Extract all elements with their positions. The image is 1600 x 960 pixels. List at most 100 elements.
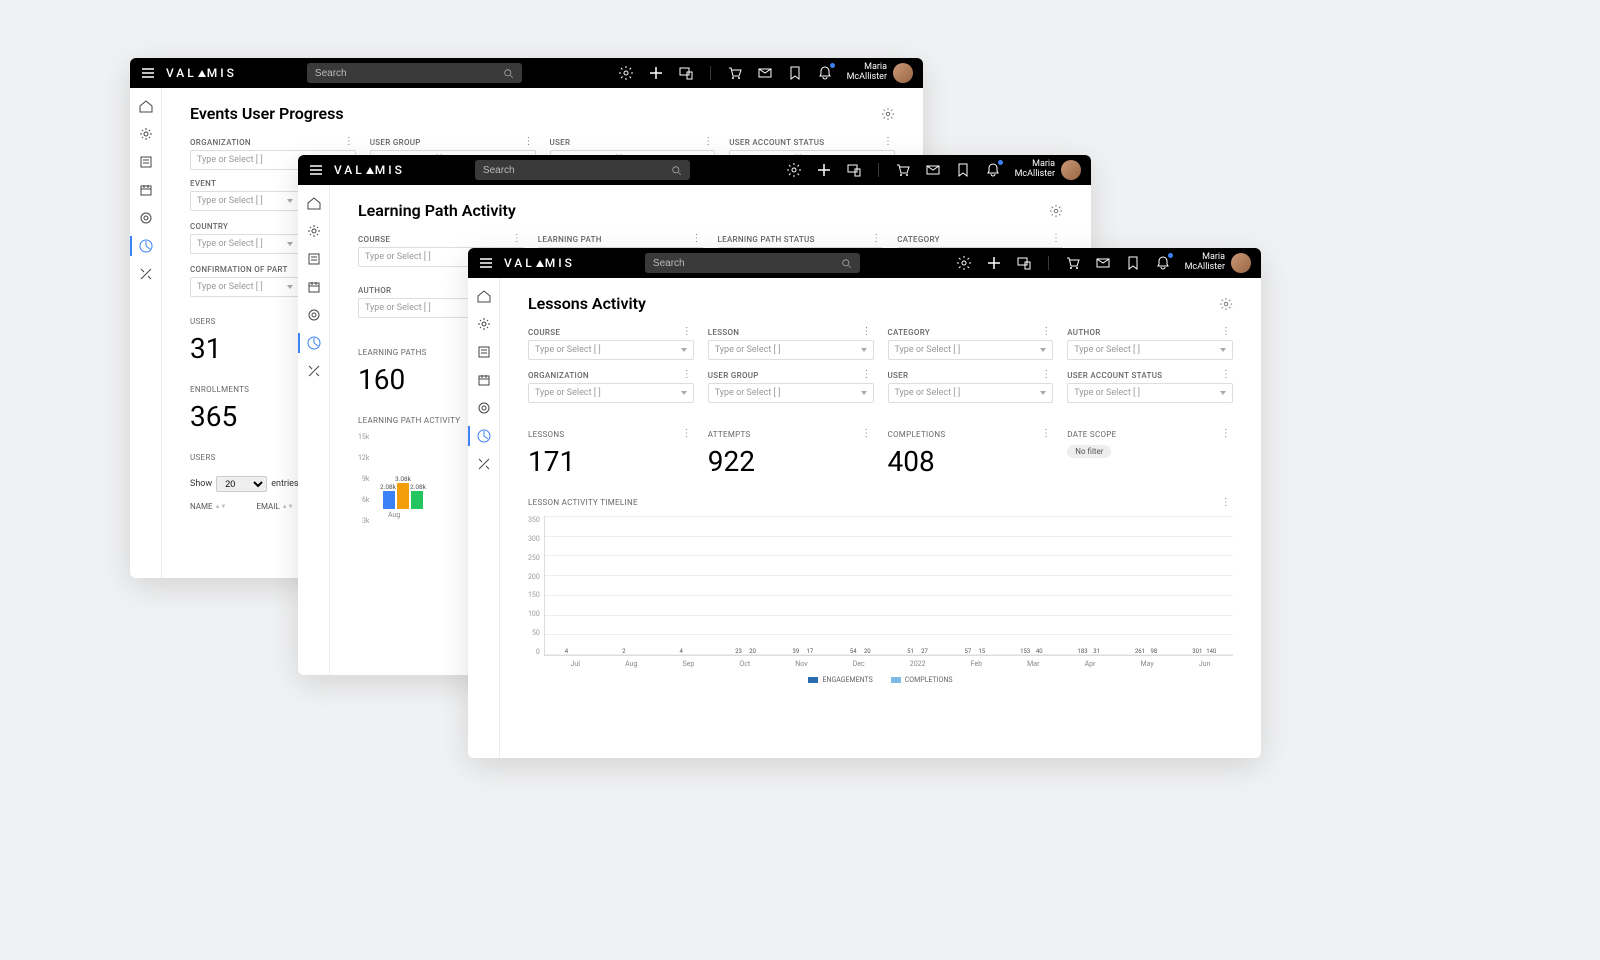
filter-menu-icon[interactable]: ⋮ — [1049, 234, 1063, 244]
search-input[interactable] — [483, 165, 671, 176]
filter-menu-icon[interactable]: ⋮ — [1039, 370, 1053, 380]
nav-home-icon[interactable] — [138, 98, 154, 114]
search-box[interactable] — [475, 160, 690, 180]
search-box[interactable] — [645, 253, 860, 273]
stat-menu-icon[interactable]: ⋮ — [859, 429, 873, 439]
filter-user-group: USER GROUP⋮ Type or Select [ ] — [708, 370, 874, 403]
page-settings-icon[interactable] — [881, 107, 895, 121]
nav-reports-icon[interactable] — [306, 335, 322, 351]
nav-book-icon[interactable] — [476, 344, 492, 360]
stat-menu-icon[interactable]: ⋮ — [1039, 429, 1053, 439]
avatar — [1231, 253, 1251, 273]
filter-menu-icon[interactable]: ⋮ — [1039, 327, 1053, 337]
filter-select[interactable]: Type or Select [ ] — [708, 340, 874, 360]
mail-icon[interactable] — [925, 162, 941, 178]
plus-icon[interactable] — [816, 162, 832, 178]
filter-select[interactable]: Type or Select [ ] — [190, 277, 300, 297]
bell-icon[interactable] — [817, 65, 833, 81]
nav-reports-icon[interactable] — [138, 238, 154, 254]
search-box[interactable] — [307, 63, 522, 83]
devices-icon[interactable] — [1016, 255, 1032, 271]
devices-icon[interactable] — [678, 65, 694, 81]
user-menu[interactable]: MariaMcAllister — [1015, 160, 1081, 180]
nav-target-icon[interactable] — [476, 400, 492, 416]
col-name[interactable]: NAME▲▼ — [190, 502, 226, 511]
page-settings-icon[interactable] — [1219, 297, 1233, 311]
page-size-select[interactable]: 20 — [216, 476, 267, 492]
filter-select[interactable]: Type or Select [ ] — [528, 340, 694, 360]
nav-calendar-icon[interactable] — [306, 279, 322, 295]
filter-select[interactable]: Type or Select [ ] — [888, 383, 1054, 403]
filter-menu-icon[interactable]: ⋮ — [1219, 327, 1233, 337]
mail-icon[interactable] — [757, 65, 773, 81]
nav-compass-icon[interactable] — [306, 223, 322, 239]
filter-menu-icon[interactable]: ⋮ — [342, 137, 356, 147]
nav-home-icon[interactable] — [476, 288, 492, 304]
chart-legend: ENGAGEMENTS COMPLETIONS — [528, 676, 1233, 684]
nav-tools-icon[interactable] — [476, 456, 492, 472]
filter-select[interactable]: Type or Select [ ] — [1067, 383, 1233, 403]
filter-menu-icon[interactable]: ⋮ — [680, 327, 694, 337]
cart-icon[interactable] — [727, 65, 743, 81]
filter-select[interactable]: Type or Select [ ] — [1067, 340, 1233, 360]
cart-icon[interactable] — [1065, 255, 1081, 271]
scope-pill[interactable]: No filter — [1067, 445, 1111, 458]
filter-menu-icon[interactable]: ⋮ — [1219, 370, 1233, 380]
menu-icon[interactable] — [140, 65, 156, 81]
mail-icon[interactable] — [1095, 255, 1111, 271]
bookmark-icon[interactable] — [955, 162, 971, 178]
search-input[interactable] — [315, 68, 503, 79]
col-email[interactable]: EMAIL▲▼ — [256, 502, 293, 511]
nav-target-icon[interactable] — [306, 307, 322, 323]
nav-tools-icon[interactable] — [306, 363, 322, 379]
filter-menu-icon[interactable]: ⋮ — [690, 234, 704, 244]
stat-menu-icon[interactable]: ⋮ — [679, 429, 693, 439]
page-settings-icon[interactable] — [1049, 204, 1063, 218]
devices-icon[interactable] — [846, 162, 862, 178]
filter-menu-icon[interactable]: ⋮ — [522, 137, 536, 147]
filter-menu-icon[interactable]: ⋮ — [860, 370, 874, 380]
nav-reports-icon[interactable] — [476, 428, 492, 444]
filter-select[interactable]: Type or Select [ ] — [190, 191, 300, 211]
user-last: McAllister — [847, 73, 887, 83]
filter-user-account-status: USER ACCOUNT STATUS⋮ Type or Select [ ] — [1067, 370, 1233, 403]
filter-menu-icon[interactable]: ⋮ — [860, 327, 874, 337]
plus-icon[interactable] — [648, 65, 664, 81]
nav-tools-icon[interactable] — [138, 266, 154, 282]
bell-icon[interactable] — [985, 162, 1001, 178]
nav-calendar-icon[interactable] — [476, 372, 492, 388]
cart-icon[interactable] — [895, 162, 911, 178]
nav-calendar-icon[interactable] — [138, 182, 154, 198]
filter-select[interactable]: Type or Select [ ] — [528, 383, 694, 403]
search-input[interactable] — [653, 258, 841, 269]
scope-menu-icon[interactable]: ⋮ — [1219, 429, 1233, 439]
bell-icon[interactable] — [1155, 255, 1171, 271]
nav-home-icon[interactable] — [306, 195, 322, 211]
gear-icon[interactable] — [618, 65, 634, 81]
filter-label: COUNTRY — [190, 222, 228, 231]
filter-menu-icon[interactable]: ⋮ — [881, 137, 895, 147]
menu-icon[interactable] — [478, 255, 494, 271]
nav-compass-icon[interactable] — [138, 126, 154, 142]
nav-compass-icon[interactable] — [476, 316, 492, 332]
gear-icon[interactable] — [956, 255, 972, 271]
filter-menu-icon[interactable]: ⋮ — [680, 370, 694, 380]
chart-menu-icon[interactable]: ⋮ — [1219, 498, 1233, 508]
plus-icon[interactable] — [986, 255, 1002, 271]
nav-book-icon[interactable] — [306, 251, 322, 267]
bookmark-icon[interactable] — [1125, 255, 1141, 271]
menu-icon[interactable] — [308, 162, 324, 178]
filter-menu-icon[interactable]: ⋮ — [869, 234, 883, 244]
user-menu[interactable]: MariaMcAllister — [1185, 253, 1251, 273]
bookmark-icon[interactable] — [787, 65, 803, 81]
filter-menu-icon[interactable]: ⋮ — [701, 137, 715, 147]
gear-icon[interactable] — [786, 162, 802, 178]
filter-select[interactable]: Type or Select [ ] — [190, 234, 300, 254]
filter-menu-icon[interactable]: ⋮ — [510, 234, 524, 244]
filter-select[interactable]: Type or Select [ ] — [708, 383, 874, 403]
user-menu[interactable]: MariaMcAllister — [847, 63, 913, 83]
nav-target-icon[interactable] — [138, 210, 154, 226]
filter-select[interactable]: Type or Select [ ] — [888, 340, 1054, 360]
filter-label: LESSON — [708, 328, 740, 337]
nav-book-icon[interactable] — [138, 154, 154, 170]
